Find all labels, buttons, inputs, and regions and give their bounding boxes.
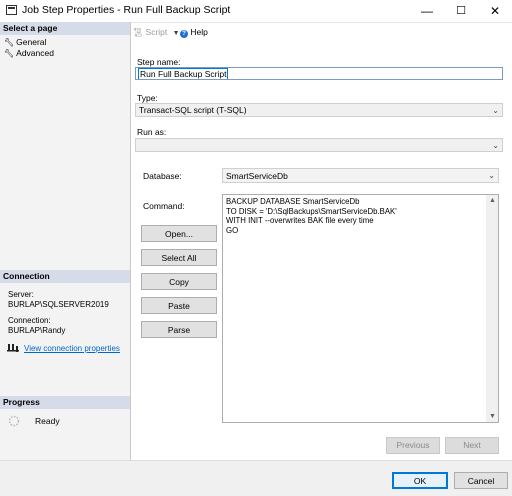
view-connection-properties-link[interactable]: View connection properties: [24, 344, 120, 353]
scroll-up-icon[interactable]: ▲: [489, 197, 496, 204]
ok-button[interactable]: OK: [392, 472, 448, 489]
title-bar: Job Step Properties - Run Full Backup Sc…: [0, 0, 512, 23]
page-item-label: Advanced: [16, 48, 54, 58]
chevron-down-icon: ⌄: [488, 171, 495, 180]
script-label: Script: [145, 27, 168, 37]
command-line: WITH INIT --overwrites BAK file every ti…: [226, 216, 374, 225]
connection-properties-icon: [7, 343, 19, 353]
help-icon: ?: [180, 30, 188, 38]
connection-label: Connection:: [8, 316, 51, 325]
connection-value: BURLAP\Randy: [8, 326, 66, 335]
next-button[interactable]: Next: [445, 437, 499, 454]
copy-button[interactable]: Copy: [141, 273, 217, 290]
chevron-down-icon: ▼: [172, 30, 180, 37]
parse-button[interactable]: Parse: [141, 321, 217, 338]
type-value: Transact-SQL script (T-SQL): [139, 105, 247, 115]
command-scrollbar[interactable]: ▲ ▼: [486, 195, 498, 422]
select-page-header: Select a page: [0, 22, 130, 35]
app-icon: [6, 5, 17, 15]
script-button[interactable]: 📜︎ Script ▼: [133, 27, 180, 37]
command-line: TO DISK = 'D:\SqlBackups\SmartServiceDb.…: [226, 206, 397, 216]
step-name-input[interactable]: Run Full Backup Script: [135, 67, 503, 80]
connection-header: Connection: [0, 270, 130, 283]
command-label: Command:: [143, 201, 185, 211]
progress-spinner-icon: [8, 415, 20, 427]
step-name-value: Run Full Backup Script: [138, 68, 229, 79]
previous-button[interactable]: Previous: [386, 437, 440, 454]
database-label: Database:: [143, 171, 182, 181]
maximize-button[interactable]: ☐: [444, 0, 478, 22]
cancel-button[interactable]: Cancel: [454, 472, 508, 489]
chevron-down-icon: ⌄: [492, 141, 499, 150]
script-icon: 📜︎: [133, 28, 144, 37]
run-as-label: Run as:: [137, 127, 167, 137]
wrench-icon: 🔧︎: [4, 38, 15, 47]
dialog-footer: OK Cancel: [0, 460, 512, 496]
open-button[interactable]: Open...: [141, 225, 217, 242]
left-pane: Select a page 🔧︎ General 🔧︎ Advanced Conne…: [0, 22, 131, 460]
page-item-general[interactable]: 🔧︎ General: [4, 37, 46, 47]
select-all-button[interactable]: Select All: [141, 249, 217, 266]
type-dropdown[interactable]: Transact-SQL script (T-SQL) ⌄: [135, 103, 503, 117]
step-name-label: Step name:: [137, 57, 181, 67]
type-label: Type:: [137, 93, 158, 103]
database-value: SmartServiceDb: [226, 171, 288, 181]
window-title: Job Step Properties - Run Full Backup Sc…: [22, 4, 231, 16]
close-button[interactable]: ✕: [478, 0, 512, 22]
paste-button[interactable]: Paste: [141, 297, 217, 314]
server-label: Server:: [8, 290, 34, 299]
help-label: Help: [190, 27, 208, 37]
page-item-advanced[interactable]: 🔧︎ Advanced: [4, 48, 54, 58]
help-button[interactable]: ? Help: [180, 27, 208, 38]
server-value: BURLAP\SQLSERVER2019: [8, 300, 109, 309]
run-as-dropdown[interactable]: ⌄: [135, 138, 503, 152]
chevron-down-icon: ⌄: [492, 106, 499, 115]
progress-header: Progress: [0, 396, 130, 409]
wrench-icon: 🔧︎: [4, 49, 15, 58]
command-editor[interactable]: BACKUP DATABASE SmartServiceDb TO DISK =…: [222, 194, 499, 423]
page-item-label: General: [16, 37, 47, 47]
minimize-button[interactable]: —: [410, 0, 444, 22]
command-line: BACKUP DATABASE SmartServiceDb: [226, 197, 360, 206]
command-line: GO: [226, 225, 239, 235]
scroll-down-icon[interactable]: ▼: [489, 413, 496, 420]
database-dropdown[interactable]: SmartServiceDb ⌄: [222, 168, 499, 183]
progress-status: Ready: [35, 416, 60, 426]
